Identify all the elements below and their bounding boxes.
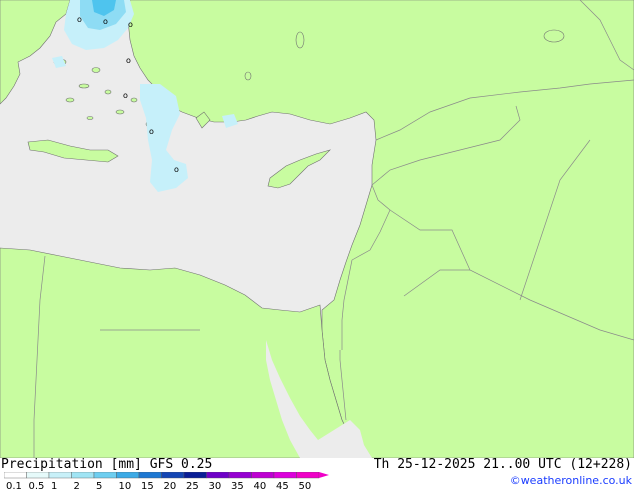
- legend-label: 40: [254, 481, 267, 490]
- legend-swatch: [93, 472, 117, 479]
- legend-label: 35: [231, 481, 244, 490]
- legend-label: 5: [96, 481, 102, 490]
- credit-link[interactable]: ©weatheronline.co.uk: [510, 474, 632, 487]
- legend-swatch: [71, 472, 95, 479]
- legend-label: 20: [164, 481, 177, 490]
- map-footer: Precipitation [mm] GFS 0.25 Th 25-12-202…: [0, 457, 634, 490]
- legend-swatch: [296, 472, 320, 479]
- legend-swatch: [273, 472, 297, 479]
- legend-swatch: [116, 472, 140, 479]
- weather-map: o o o o o o o: [0, 0, 634, 458]
- marker: o: [149, 127, 154, 136]
- legend-label: 0.1: [6, 481, 22, 490]
- legend-swatch: [183, 472, 207, 479]
- legend-swatch: [251, 472, 275, 479]
- legend-label: 25: [186, 481, 199, 490]
- legend-label: 30: [209, 481, 222, 490]
- marker: o: [126, 56, 131, 65]
- marker: o: [174, 165, 179, 174]
- legend-swatch: [161, 472, 185, 479]
- legend-label: 10: [119, 481, 132, 490]
- legend-swatch: [4, 472, 27, 479]
- legend-label: 15: [141, 481, 154, 490]
- marker: o: [128, 20, 133, 29]
- forecast-datetime: Th 25-12-2025 21..00 UTC (12+228): [373, 457, 632, 472]
- legend-swatch: [138, 472, 162, 479]
- legend-arrow: [319, 472, 329, 478]
- legend-swatch: [26, 472, 50, 479]
- precipitation-legend: 0.1 0.5 1 2 5 10 15 20 25 30 35 40 45 50: [4, 472, 329, 490]
- marker: o: [123, 91, 128, 100]
- map-title: Precipitation [mm] GFS 0.25: [1, 457, 213, 472]
- legend-swatch: [48, 472, 72, 479]
- legend-label: 0.5: [29, 481, 45, 490]
- legend-label: 2: [74, 481, 80, 490]
- marker: o: [103, 17, 108, 26]
- legend-swatch: [206, 472, 230, 479]
- legend-label: 50: [299, 481, 312, 490]
- legend-label: 1: [51, 481, 57, 490]
- legend-label: 45: [276, 481, 289, 490]
- legend-swatch: [228, 472, 252, 479]
- marker: o: [77, 15, 82, 24]
